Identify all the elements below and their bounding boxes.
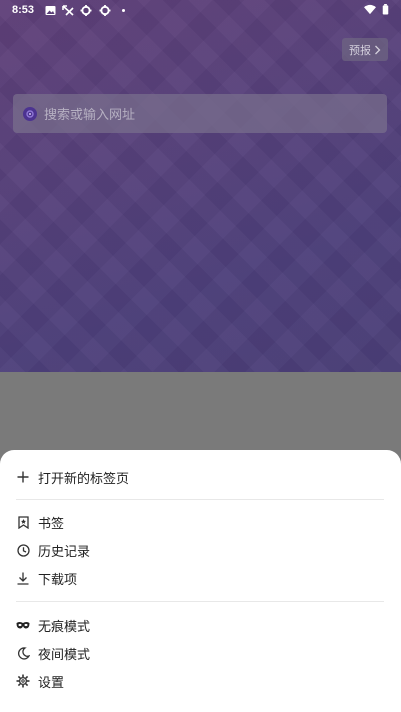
wifi-icon [364, 4, 376, 15]
chevron-right-icon [375, 45, 381, 54]
report-button-label: 预报 [349, 43, 371, 57]
menu-item-new-tab[interactable]: 打开新的标签页 [0, 463, 401, 491]
image-notification-icon [45, 6, 56, 15]
search-bar[interactable]: 搜索或输入网址 [13, 94, 387, 133]
menu-item-label: 无痕模式 [38, 619, 91, 635]
menu-item-label: 历史记录 [38, 544, 91, 560]
menu-item-label: 打开新的标签页 [38, 471, 130, 487]
antenna-notification-icon [62, 5, 74, 16]
menu-item-downloads[interactable]: 下载项 [0, 564, 401, 592]
menu-item-night-mode[interactable]: 夜间模式 [0, 639, 401, 667]
menu-divider [16, 499, 384, 500]
gear-icon [16, 674, 30, 688]
menu-item-incognito[interactable]: 无痕模式 [0, 611, 401, 639]
download-icon [16, 571, 30, 585]
menu-divider [16, 601, 384, 602]
menu-item-label: 夜间模式 [38, 647, 91, 663]
moon-icon [16, 646, 30, 660]
menu-item-history[interactable]: 历史记录 [0, 536, 401, 564]
search-placeholder: 搜索或输入网址 [44, 108, 136, 123]
menu-item-settings[interactable]: 设置 [0, 667, 401, 695]
clock-icon [16, 543, 30, 557]
sync-notification-icon-2 [99, 5, 111, 16]
menu-item-label: 下载项 [38, 572, 78, 588]
incognito-mask-icon [16, 618, 30, 632]
battery-icon [382, 4, 389, 15]
bookmark-icon [16, 515, 30, 529]
browser-logo-icon [23, 106, 37, 121]
more-notifications-dot [122, 9, 125, 12]
menu-bottom-sheet: 打开新的标签页 书签 历史记录 下载项 无痕模式 夜间模式 设置 [0, 450, 401, 712]
report-button[interactable]: 预报 [342, 38, 388, 61]
hero-texture [0, 0, 401, 372]
menu-item-label: 书签 [38, 516, 65, 532]
sync-notification-icon [80, 5, 92, 16]
menu-item-label: 设置 [38, 675, 65, 691]
status-time: 8:53 [12, 4, 35, 16]
hero-background [0, 0, 401, 372]
menu-item-bookmarks[interactable]: 书签 [0, 508, 401, 536]
plus-icon [16, 470, 30, 484]
status-bar: 8:53 [0, 0, 401, 22]
